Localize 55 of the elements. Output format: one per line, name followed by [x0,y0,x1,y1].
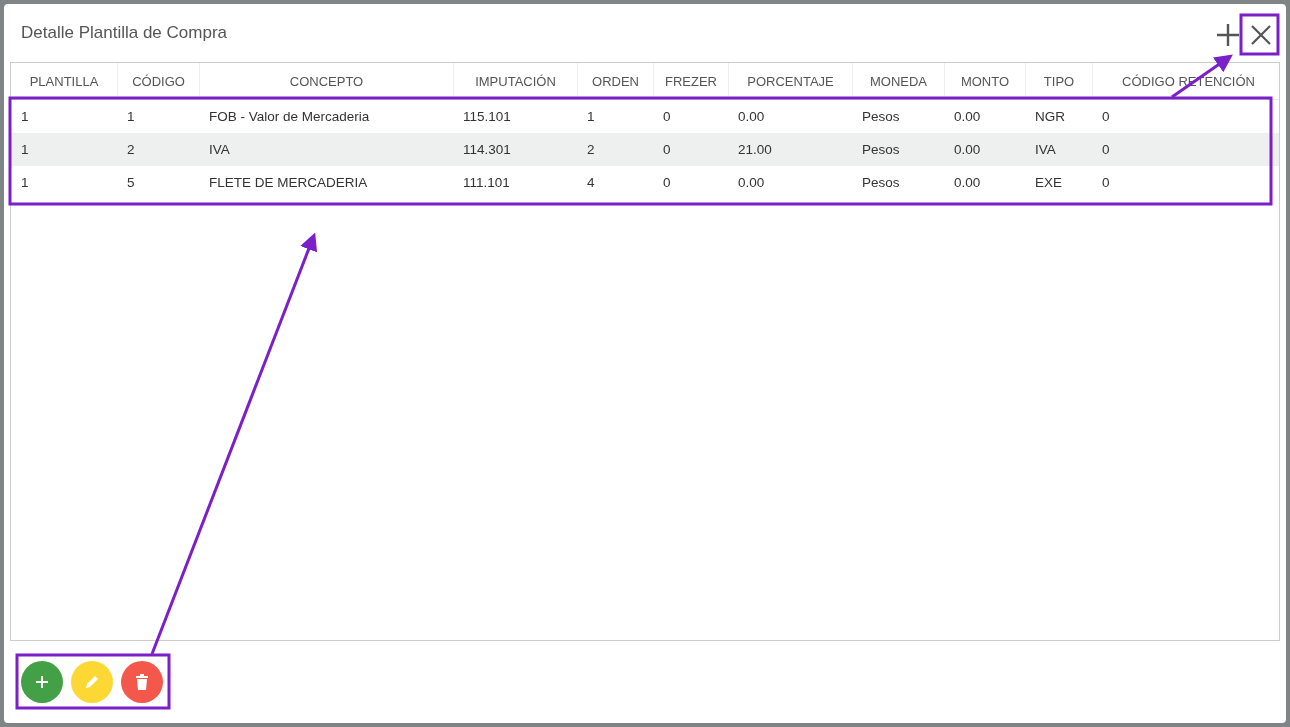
column-header[interactable]: ORDEN [577,63,653,99]
table-cell-text: 115.101 [462,108,512,126]
table-cell-text: 111.101 [462,174,511,192]
column-header[interactable]: MONEDA [852,63,944,99]
column-header[interactable]: PLANTILLA [11,63,117,99]
column-header[interactable]: TIPO [1025,63,1092,99]
add-icon[interactable] [1216,23,1240,47]
table-cell-text: 21.00 [737,141,773,159]
table-cell-text: 1 [586,108,596,126]
column-header[interactable]: IMPUTACIÓN [453,63,577,99]
table-row[interactable]: 1 5 FLETE DE MERCADERIA 111.101 4 0 0.00 Pesos 0.00 EXE 0 [11,166,1279,199]
table-cell-text: 1 [20,141,30,159]
trash-icon [135,674,149,690]
table-cell-text: Pesos [861,141,901,159]
table-cell-text: 0 [662,108,672,126]
table-row[interactable]: 1 1 FOB - Valor de Mercaderia 115.101 1 0 0.00 Pesos 0.00 NGR 0 [11,100,1279,133]
table-cell-text: 0 [1101,108,1111,126]
column-header[interactable]: CÓDIGO [117,63,199,99]
table-cell-text: 1 [126,108,136,126]
annotation-box [1239,13,1280,56]
table-cell-text: 1 [20,174,30,192]
table-cell-text: FLETE DE MERCADERIA [208,174,369,192]
table-cell-text: NGR [1034,108,1066,126]
table-cell-text: FOB - Valor de Mercaderia [208,108,371,126]
table-cell-text: 4 [586,174,596,192]
column-header[interactable]: PORCENTAJE [728,63,852,99]
column-header[interactable]: CONCEPTO [199,63,453,99]
table-cell-text: 0.00 [737,108,766,126]
pencil-icon [83,673,101,691]
dialog-title: Detalle Plantilla de Compra [21,23,227,43]
table-cell-text: IVA [208,141,231,159]
table-cell-text: IVA [1034,141,1057,159]
table-cell-text: 2 [126,141,136,159]
table-cell-text: 0 [1101,141,1111,159]
plus-icon [35,675,49,689]
table-cell-text: 0.00 [953,108,982,126]
table-cell-text: 0 [1101,174,1111,192]
table-cell-text: 0.00 [953,174,982,192]
table-cell-text: 0 [662,141,672,159]
table-cell-text: 114.301 [462,141,512,159]
table-cell-text: 0.00 [953,141,982,159]
close-icon[interactable] [1250,24,1272,46]
table-cell-text: 5 [126,174,136,192]
delete-button[interactable] [121,661,163,703]
table-row[interactable]: 1 2 IVA 114.301 2 0 21.00 Pesos 0.00 IVA 0 [11,133,1279,166]
table-cell-text: Pesos [861,174,901,192]
table-cell-text: 1 [20,108,30,126]
column-header[interactable]: FREZER [653,63,728,99]
column-header[interactable]: MONTO [944,63,1025,99]
table-cell-text: EXE [1034,174,1063,192]
table-cell-text: Pesos [861,108,901,126]
table-cell-text: 0 [662,174,672,192]
table-cell-text: 2 [586,141,596,159]
add-button[interactable] [21,661,63,703]
table-cell-text: 0.00 [737,174,766,192]
